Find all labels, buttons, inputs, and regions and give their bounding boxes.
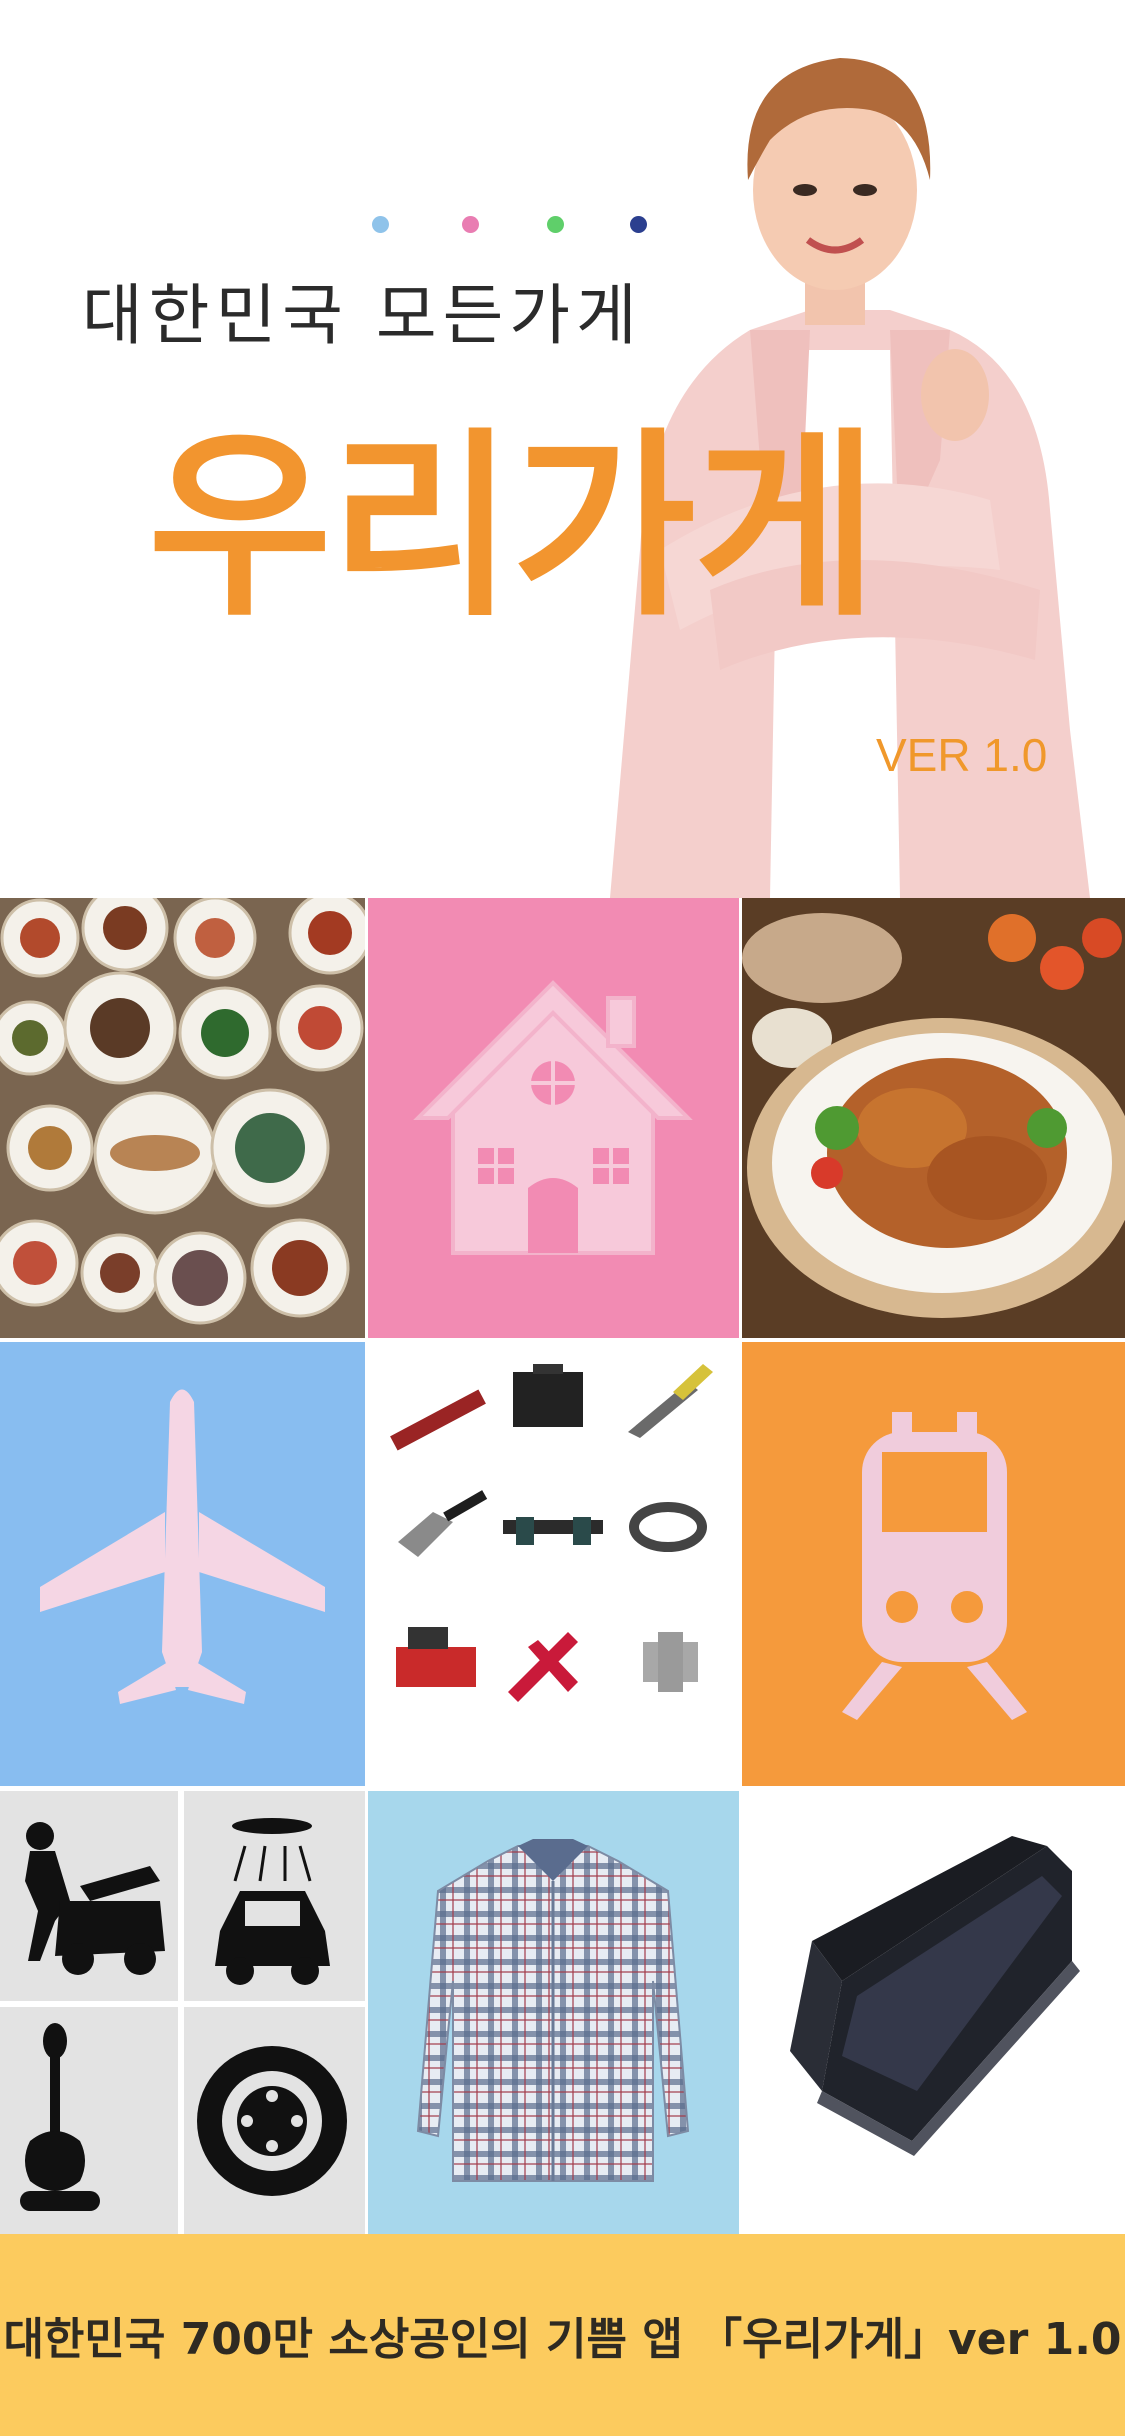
app-title: 우리가게	[148, 411, 878, 644]
fried-chicken-photo[interactable]	[742, 898, 1125, 1338]
korean-food-table-photo[interactable]	[0, 898, 365, 1338]
tools-collage[interactable]	[368, 1342, 739, 1786]
footer-banner: 대한민국 700만 소상공인의 기쁨 앱 「우리가게」ver 1.0	[0, 2234, 1125, 2436]
laptop-photo[interactable]	[742, 1791, 1125, 2234]
car-service-icons[interactable]	[0, 1791, 365, 2234]
house-tile[interactable]	[368, 898, 739, 1338]
hero-subtitle: 대한민국 모든가게	[82, 277, 643, 354]
dot-blue	[372, 216, 389, 233]
dot-pink	[462, 216, 479, 233]
hero-banner: 대한민국 모든가게 우리가게 VER 1.0	[0, 0, 1125, 898]
train-icon	[742, 1342, 1125, 1786]
footer-text: 대한민국 700만 소상공인의 기쁨 앱 「우리가게」ver 1.0	[3, 2314, 1122, 2365]
train-tile[interactable]	[742, 1342, 1125, 1786]
dot-green	[547, 216, 564, 233]
plaid-shirt-photo[interactable]	[368, 1791, 739, 2234]
house-icon	[368, 898, 739, 1338]
version-label: VER 1.0	[876, 729, 1048, 781]
airplane-icon	[0, 1342, 365, 1786]
airplane-tile[interactable]	[0, 1342, 365, 1786]
category-grid	[0, 898, 1125, 2234]
